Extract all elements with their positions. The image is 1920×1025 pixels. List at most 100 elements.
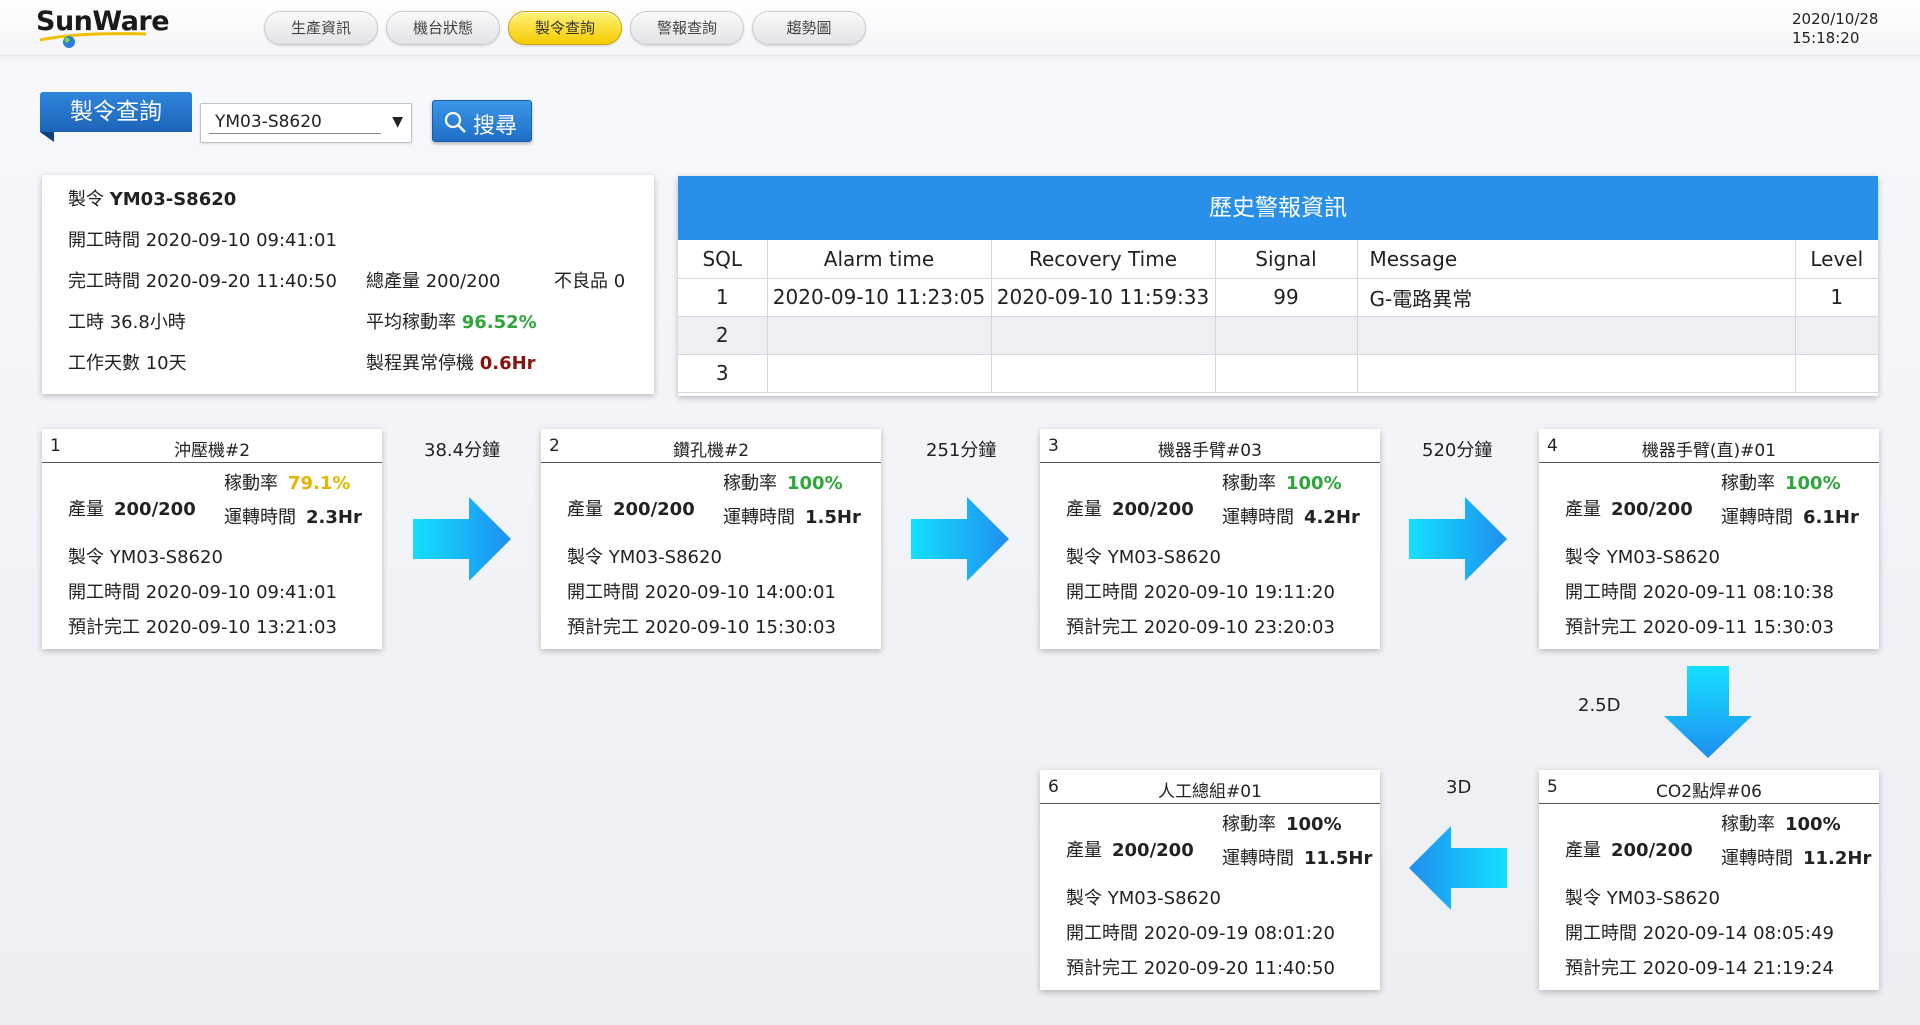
process-start: 開工時間 2020-09-19 08:01:20 xyxy=(1066,919,1335,945)
order-summary-card: 製令 YM03-S8620 開工時間 2020-09-10 09:41:01 完… xyxy=(42,175,654,394)
plan-value: 2020-09-10 23:20:03 xyxy=(1143,617,1335,638)
start-value: 2020-09-14 08:05:49 xyxy=(1642,923,1834,944)
process-machine-name: 人工總組#01 xyxy=(1158,782,1262,802)
run-value: 6.1Hr xyxy=(1803,507,1859,528)
process-header: 4 機器手臂(直)#01 xyxy=(1539,429,1879,463)
cell-signal xyxy=(1215,316,1358,354)
cell-message: G-電路異常 xyxy=(1357,278,1796,316)
process-rate: 稼動率 79.1% xyxy=(224,469,350,495)
rate-label: 稼動率 xyxy=(1721,473,1775,494)
qty-label: 產量 xyxy=(1066,840,1102,861)
cell-alarm-time: 2020-09-10 11:23:05 xyxy=(767,278,992,316)
order-label: 製令 xyxy=(567,547,603,568)
process-card-5[interactable]: 5 CO2點焊#06 產量 200/200 稼動率 100% 運轉時間 11.2Hr … xyxy=(1539,770,1879,990)
cell-recovery-time: 2020-09-10 11:59:33 xyxy=(991,278,1216,316)
search-icon xyxy=(444,111,466,133)
tab-production-info[interactable]: 生產資訊 xyxy=(264,11,378,45)
start-value: 2020-09-19 08:01:20 xyxy=(1143,923,1335,944)
rate-value: 100% xyxy=(787,473,843,494)
col-level: Level xyxy=(1810,246,1864,271)
process-plan: 預計完工 2020-09-10 13:21:03 xyxy=(68,613,337,639)
start-label: 開工時間 xyxy=(1066,582,1138,603)
process-card-6[interactable]: 6 人工總組#01 產量 200/200 稼動率 100% 運轉時間 11.5Hr 製… xyxy=(1040,770,1380,990)
qty-label: 產量 xyxy=(1565,499,1601,520)
col-message: Message xyxy=(1357,240,1796,278)
gap-label-4-5: 2.5D xyxy=(1578,695,1621,716)
process-run-time: 運轉時間 4.2Hr xyxy=(1222,503,1360,529)
start-value: 2020-09-10 19:11:20 xyxy=(1143,582,1335,603)
rate-label: 稼動率 xyxy=(723,473,777,494)
plan-label: 預計完工 xyxy=(1066,617,1138,638)
cell-level xyxy=(1795,316,1878,354)
summary-start: 開工時間 2020-09-10 09:41:01 xyxy=(68,226,337,252)
order-value: YM03-S8620 xyxy=(1606,547,1720,568)
plan-value: 2020-09-14 21:19:24 xyxy=(1642,958,1834,979)
process-card-2[interactable]: 2 鑽孔機#2 產量 200/200 稼動率 100% 運轉時間 1.5Hr 製令 Y… xyxy=(541,429,881,649)
summary-defect: 不良品 0 xyxy=(554,267,625,293)
process-plan: 預計完工 2020-09-20 11:40:50 xyxy=(1066,954,1335,980)
process-run-time: 運轉時間 6.1Hr xyxy=(1721,503,1859,529)
tab-order-query[interactable]: 製令查詢 xyxy=(508,11,622,45)
col-sql: SQL xyxy=(678,240,768,278)
order-select[interactable]: YM03-S8620 ▼ xyxy=(200,103,412,143)
summary-avg-rate-label: 平均稼動率 xyxy=(366,312,456,333)
process-card-4[interactable]: 4 機器手臂(直)#01 產量 200/200 稼動率 100% 運轉時間 6.1Hr… xyxy=(1539,429,1879,649)
process-start: 開工時間 2020-09-10 09:41:01 xyxy=(68,578,337,604)
start-label: 開工時間 xyxy=(567,582,639,603)
search-button[interactable]: 搜尋 xyxy=(432,100,532,142)
process-card-3[interactable]: 3 機器手臂#03 產量 200/200 稼動率 100% 運轉時間 4.2Hr 製令… xyxy=(1040,429,1380,649)
tab-trend-chart[interactable]: 趨勢圖 xyxy=(752,11,866,45)
process-rate: 稼動率 100% xyxy=(1222,469,1342,495)
table-row[interactable]: 1 2020-09-10 11:23:05 2020-09-10 11:59:3… xyxy=(678,278,1878,316)
qty-value: 200/200 xyxy=(1112,499,1194,520)
process-card-1[interactable]: 1 沖壓機#2 產量 200/200 稼動率 79.1% 運轉時間 2.3Hr 製令 … xyxy=(42,429,382,649)
plan-label: 預計完工 xyxy=(1565,958,1637,979)
qty-value: 200/200 xyxy=(114,499,196,520)
process-qty: 產量 200/200 xyxy=(1066,495,1194,521)
summary-order-label: 製令 xyxy=(68,189,104,210)
order-value: YM03-S8620 xyxy=(1107,547,1221,568)
summary-start-value: 2020-09-10 09:41:01 xyxy=(145,230,337,251)
order-select-underline xyxy=(209,133,381,134)
tab-machine-status[interactable]: 機台狀態 xyxy=(386,11,500,45)
summary-avg-rate-value: 96.52% xyxy=(461,312,537,333)
table-row[interactable]: 2 xyxy=(678,316,1878,354)
summary-total-value: 200/200 xyxy=(425,271,501,292)
summary-defect-value: 0 xyxy=(613,271,626,292)
process-machine-name: 鑽孔機#2 xyxy=(672,441,750,461)
summary-hours-value: 36.8小時 xyxy=(109,312,186,333)
rate-label: 稼動率 xyxy=(224,473,278,494)
cell-message xyxy=(1357,354,1796,392)
summary-abnormal-label: 製程異常停機 xyxy=(366,353,474,374)
qty-value: 200/200 xyxy=(1611,840,1693,861)
start-value: 2020-09-10 14:00:01 xyxy=(644,582,836,603)
process-header: 2 鑽孔機#2 xyxy=(541,429,881,463)
start-label: 開工時間 xyxy=(1565,582,1637,603)
run-label: 運轉時間 xyxy=(1222,848,1294,869)
process-header: 3 機器手臂#03 xyxy=(1040,429,1380,463)
start-label: 開工時間 xyxy=(1565,923,1637,944)
tab-alarm-query[interactable]: 警報查詢 xyxy=(630,11,744,45)
current-date: 2020/10/28 xyxy=(1792,10,1879,28)
process-qty: 產量 200/200 xyxy=(1066,836,1194,862)
order-label: 製令 xyxy=(1565,547,1601,568)
qty-value: 200/200 xyxy=(1112,840,1194,861)
run-label: 運轉時間 xyxy=(1721,848,1793,869)
order-label: 製令 xyxy=(1066,888,1102,909)
process-start: 開工時間 2020-09-10 19:11:20 xyxy=(1066,578,1335,604)
process-header: 1 沖壓機#2 xyxy=(42,429,382,463)
rate-value: 100% xyxy=(1286,814,1342,835)
cell-signal: 99 xyxy=(1215,278,1358,316)
rate-label: 稼動率 xyxy=(1721,814,1775,835)
process-rate: 稼動率 100% xyxy=(1721,810,1841,836)
table-row[interactable]: 3 xyxy=(678,354,1878,392)
process-qty: 產量 200/200 xyxy=(1565,836,1693,862)
plan-label: 預計完工 xyxy=(68,617,140,638)
sunware-logo: SunWare xyxy=(36,6,176,52)
cell-alarm-time xyxy=(767,316,992,354)
arrow-down-icon xyxy=(1664,666,1752,758)
plan-value: 2020-09-10 13:21:03 xyxy=(145,617,337,638)
qty-label: 產量 xyxy=(1565,840,1601,861)
alarm-table: SQL Alarm time Recovery Time Signal Mess… xyxy=(678,240,1878,393)
plan-label: 預計完工 xyxy=(1066,958,1138,979)
